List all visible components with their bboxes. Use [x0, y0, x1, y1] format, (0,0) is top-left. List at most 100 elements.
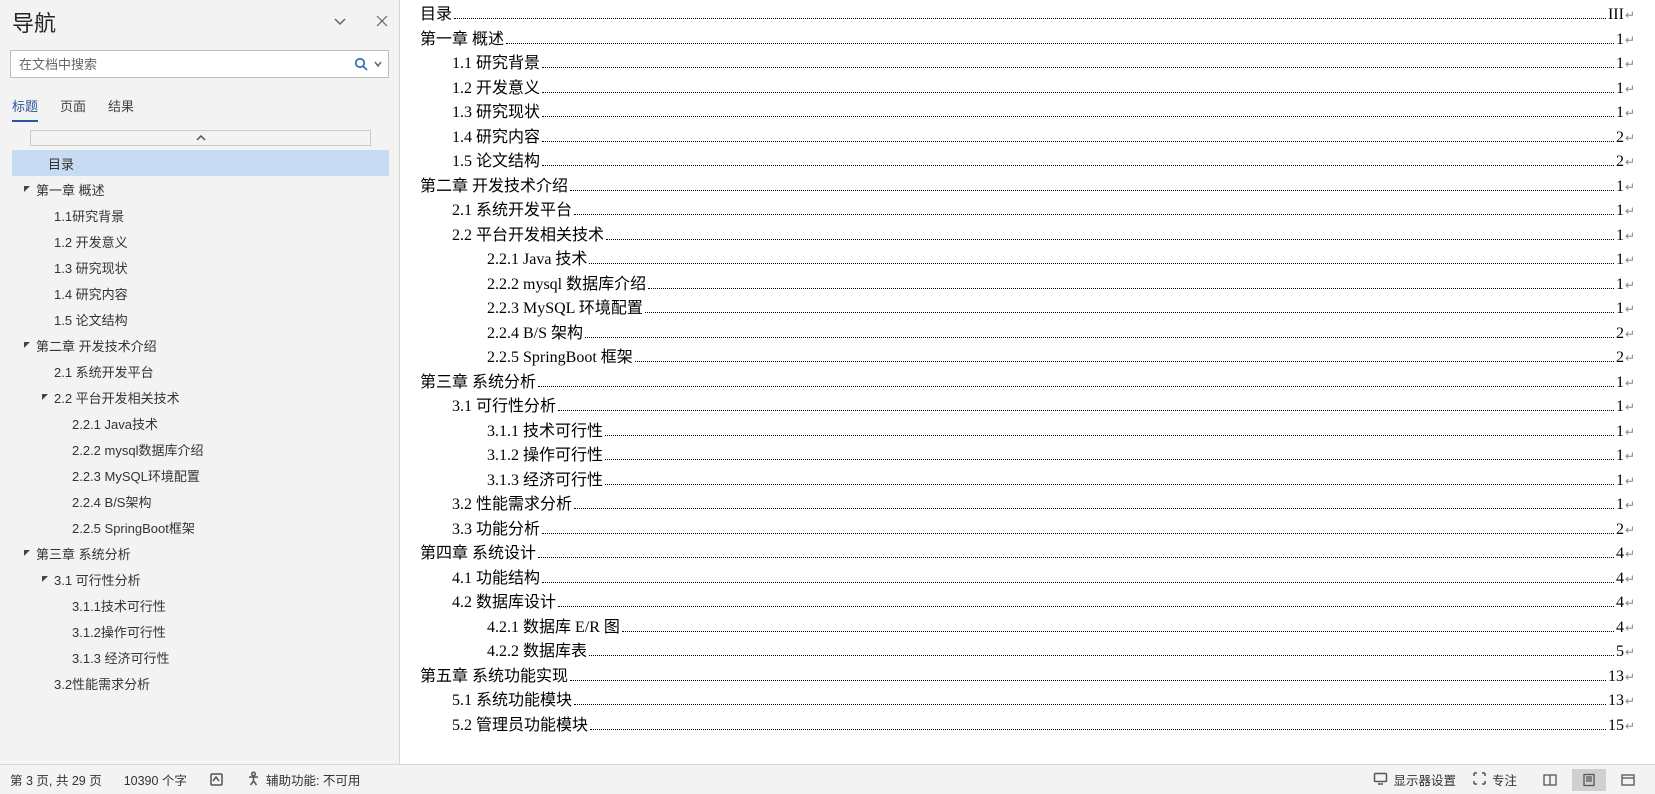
toc-page: 1 — [1616, 374, 1624, 392]
view-read-mode[interactable] — [1533, 769, 1567, 791]
expander-icon[interactable] — [38, 393, 52, 401]
tree-item[interactable]: 1.4 研究内容 — [12, 280, 389, 306]
tree-item[interactable]: 3.2性能需求分析 — [12, 670, 389, 696]
tree-item[interactable]: 第三章 系统分析 — [12, 540, 389, 566]
toc-text: 1.2 开发意义 — [452, 74, 540, 98]
toc-line[interactable]: 第一章 概述1↵ — [420, 25, 1635, 50]
toc-line[interactable]: 4.2.1 数据库 E/R 图 4↵ — [420, 613, 1635, 638]
expander-icon[interactable] — [20, 341, 34, 349]
focus-mode[interactable]: 专注 — [1472, 770, 1517, 789]
tree-label: 2.1 系统开发平台 — [54, 362, 154, 381]
toc-text: 第二章 开发技术介绍 — [420, 172, 568, 196]
search-dropdown-icon[interactable] — [372, 60, 388, 68]
toc-line[interactable]: 4.2.2 数据库表5↵ — [420, 637, 1635, 662]
tree-item[interactable]: 2.2 平台开发相关技术 — [12, 384, 389, 410]
toc-leader — [542, 533, 1614, 534]
accessibility-status[interactable]: 辅助功能: 不可用 — [246, 770, 360, 789]
toc-line[interactable]: 第三章 系统分析1↵ — [420, 368, 1635, 393]
toc-line[interactable]: 2.1 系统开发平台1↵ — [420, 196, 1635, 221]
paragraph-mark-icon: ↵ — [1625, 8, 1635, 22]
toc-line[interactable]: 第二章 开发技术介绍1↵ — [420, 172, 1635, 197]
tree-item[interactable]: 1.5 论文结构 — [12, 306, 389, 332]
tab-headings[interactable]: 标题 — [12, 92, 38, 121]
toc-line[interactable]: 2.2.3 MySQL 环境配置1↵ — [420, 294, 1635, 319]
chevron-down-icon[interactable] — [333, 14, 347, 31]
toc-line[interactable]: 目录III↵ — [420, 0, 1635, 25]
expander-icon[interactable] — [20, 549, 34, 557]
word-count[interactable]: 10390 个字 — [124, 770, 187, 789]
toc-line[interactable]: 3.3 功能分析2↵ — [420, 515, 1635, 540]
toc-page: 1 — [1616, 104, 1624, 122]
toc-line[interactable]: 4.1 功能结构4↵ — [420, 564, 1635, 589]
tree-item[interactable]: 1.3 研究现状 — [12, 254, 389, 280]
display-settings[interactable]: 显示器设置 — [1373, 770, 1456, 789]
document-area[interactable]: 目录III↵第一章 概述1↵1.1 研究背景1↵1.2 开发意义1↵1.3 研究… — [400, 0, 1655, 764]
toc-line[interactable]: 3.1 可行性分析1↵ — [420, 392, 1635, 417]
toc-line[interactable]: 3.1.2 操作可行性1↵ — [420, 441, 1635, 466]
toc-line[interactable]: 5.2 管理员功能模块15↵ — [420, 711, 1635, 736]
toc-line[interactable]: 1.5 论文结构2↵ — [420, 147, 1635, 172]
tree-item[interactable]: 1.2 开发意义 — [12, 228, 389, 254]
tree-item[interactable]: 3.1.2操作可行性 — [12, 618, 389, 644]
view-print-layout[interactable] — [1572, 769, 1606, 791]
toc-line[interactable]: 3.2 性能需求分析1↵ — [420, 490, 1635, 515]
paragraph-mark-icon: ↵ — [1625, 229, 1635, 243]
view-web-layout[interactable] — [1611, 769, 1645, 791]
toc-line[interactable]: 1.2 开发意义1↵ — [420, 74, 1635, 99]
toc-leader — [570, 190, 1614, 191]
expander-icon[interactable] — [38, 575, 52, 583]
toc-line[interactable]: 1.3 研究现状1↵ — [420, 98, 1635, 123]
toc-line[interactable]: 5.1 系统功能模块13↵ — [420, 686, 1635, 711]
toc-leader — [542, 67, 1614, 68]
tree-item[interactable]: 2.2.2 mysql数据库介绍 — [12, 436, 389, 462]
toc-line[interactable]: 1.1 研究背景1↵ — [420, 49, 1635, 74]
toc-line[interactable]: 3.1.1 技术可行性1↵ — [420, 417, 1635, 442]
toc-line[interactable]: 4.2 数据库设计4↵ — [420, 588, 1635, 613]
paragraph-mark-icon: ↵ — [1625, 425, 1635, 439]
expander-icon[interactable] — [20, 185, 34, 193]
tree-label: 1.5 论文结构 — [54, 310, 128, 329]
spelling-icon[interactable] — [209, 772, 224, 787]
tab-results[interactable]: 结果 — [108, 92, 134, 121]
toc-line[interactable]: 第四章 系统设计4↵ — [420, 539, 1635, 564]
tree-item[interactable]: 2.2.4 B/S架构 — [12, 488, 389, 514]
toc-text: 2.2.3 MySQL 环境配置 — [487, 294, 643, 318]
tree-item[interactable]: 3.1.1技术可行性 — [12, 592, 389, 618]
close-icon[interactable] — [375, 14, 389, 31]
paragraph-mark-icon: ↵ — [1625, 302, 1635, 316]
tree-item[interactable]: 2.2.5 SpringBoot框架 — [12, 514, 389, 540]
toc-line[interactable]: 第五章 系统功能实现13↵ — [420, 662, 1635, 687]
tree-item[interactable]: 3.1.3 经济可行性 — [12, 644, 389, 670]
tree-item[interactable]: 第一章 概述 — [12, 176, 389, 202]
tree-item[interactable]: 3.1 可行性分析 — [12, 566, 389, 592]
toc-page: 4 — [1616, 570, 1624, 588]
tree-item[interactable]: 2.2.3 MySQL环境配置 — [12, 462, 389, 488]
tree-item[interactable]: 2.1 系统开发平台 — [12, 358, 389, 384]
toc-text: 3.3 功能分析 — [452, 515, 540, 539]
tree-label: 3.2性能需求分析 — [54, 674, 150, 693]
tree-item[interactable]: 第二章 开发技术介绍 — [12, 332, 389, 358]
toc-page: 1 — [1616, 227, 1624, 245]
toc-line[interactable]: 2.2 平台开发相关技术1↵ — [420, 221, 1635, 246]
toc-page: 1 — [1616, 472, 1624, 490]
toc-line[interactable]: 1.4 研究内容2↵ — [420, 123, 1635, 148]
tree-item[interactable]: 目录 — [12, 150, 389, 176]
tab-pages[interactable]: 页面 — [60, 92, 86, 121]
toc-line[interactable]: 2.2.4 B/S 架构2↵ — [420, 319, 1635, 344]
search-icon[interactable] — [350, 57, 372, 71]
search-box[interactable] — [10, 50, 389, 78]
toc-page: 1 — [1616, 178, 1624, 196]
search-input[interactable] — [11, 57, 350, 72]
toc-line[interactable]: 2.2.1 Java 技术 1↵ — [420, 245, 1635, 270]
toc-text: 第一章 概述 — [420, 25, 504, 49]
toc-text: 3.1.1 技术可行性 — [487, 417, 603, 441]
page-info[interactable]: 第 3 页, 共 29 页 — [10, 770, 102, 789]
collapse-bar[interactable] — [30, 130, 371, 146]
toc-text: 4.2.1 数据库 E/R 图 — [487, 613, 620, 637]
paragraph-mark-icon: ↵ — [1625, 106, 1635, 120]
toc-line[interactable]: 3.1.3 经济可行性1↵ — [420, 466, 1635, 491]
tree-item[interactable]: 1.1研究背景 — [12, 202, 389, 228]
toc-line[interactable]: 2.2.2 mysql 数据库介绍1↵ — [420, 270, 1635, 295]
tree-item[interactable]: 2.2.1 Java技术 — [12, 410, 389, 436]
toc-line[interactable]: 2.2.5 SpringBoot 框架2↵ — [420, 343, 1635, 368]
